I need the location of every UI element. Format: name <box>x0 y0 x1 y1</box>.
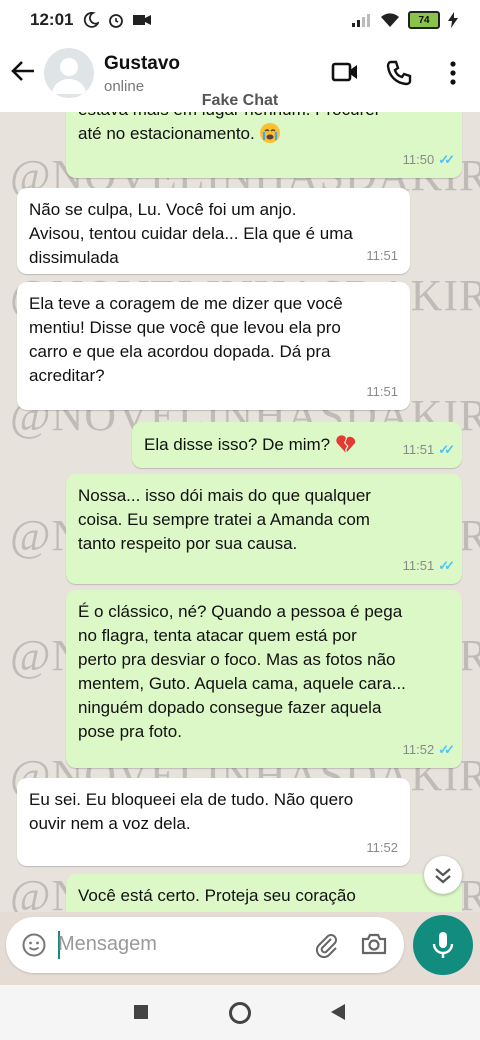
broken-heart-emoji <box>336 435 355 453</box>
message-line: mentiu! Disse que você que levou ela pro <box>29 318 341 337</box>
message-time: 11:51 <box>366 248 398 263</box>
message-line: É o clássico, né? Quando a pessoa é pega <box>78 602 403 621</box>
chat-area[interactable]: @NOVELINHASDAKIRA @NOVELINHASDAKIRA @NOV… <box>0 112 480 912</box>
message-line: tanto respeito por sua causa. <box>78 534 298 553</box>
message-input-bar: Mensagem <box>6 917 404 973</box>
message-line: Eu sei. Eu bloqueei ela de tudo. Não que… <box>29 790 354 809</box>
message-line: perto pra desviar o foco. Mas as fotos n… <box>78 650 396 669</box>
system-nav-bar <box>0 985 480 1040</box>
mic-button[interactable] <box>413 915 473 975</box>
message-meta: 11:51 <box>366 244 398 268</box>
charging-icon <box>448 12 458 28</box>
message-meta: 11:51 ✓✓ <box>402 554 455 578</box>
message-bubble-outgoing[interactable]: Você está certo. Proteja seu coração <box>66 874 462 912</box>
home-icon[interactable] <box>228 1001 252 1025</box>
message-line: mentem, Guto. Aquela cama, aquele cara..… <box>78 674 406 693</box>
message-line: Avisou, tentou cuidar dela... Ela que é … <box>29 224 353 243</box>
mic-icon <box>432 932 454 958</box>
scroll-to-bottom-button[interactable] <box>424 856 462 894</box>
message-bubble-incoming[interactable]: Eu sei. Eu bloqueei ela de tudo. Não que… <box>17 778 410 866</box>
battery-icon: 74 <box>408 11 440 29</box>
message-bubble-outgoing[interactable]: Nossa... isso dói mais do que qualquer c… <box>66 474 462 584</box>
read-receipt-icon: ✓✓ <box>438 742 455 757</box>
message-line: carro e que ela acordou dopada. Dá pra <box>29 342 331 361</box>
wifi-icon <box>381 13 399 27</box>
message-line: dissimulada <box>29 248 119 267</box>
message-input[interactable]: Mensagem <box>58 933 157 956</box>
message-line: estava mais em lugar nenhum. Procurei <box>78 112 450 122</box>
avatar[interactable] <box>44 48 94 98</box>
message-line: acreditar? <box>29 366 105 385</box>
recents-icon[interactable] <box>133 1004 149 1020</box>
message-meta: 11:50 ✓✓ <box>402 148 455 172</box>
crying-emoji <box>260 123 281 143</box>
read-receipt-icon: ✓✓ <box>438 442 455 457</box>
message-time: 11:50 <box>402 152 435 167</box>
voice-call-icon[interactable] <box>386 60 412 86</box>
read-receipt-icon: ✓✓ <box>438 152 455 167</box>
default-avatar-icon <box>52 58 86 94</box>
moon-icon <box>84 12 100 28</box>
message-line: no flagra, tenta atacar quem está por <box>78 626 357 645</box>
message-time: 11:52 <box>366 840 398 855</box>
video-record-icon <box>133 15 152 25</box>
more-options-icon[interactable] <box>446 60 460 86</box>
back-arrow-icon[interactable] <box>10 58 36 84</box>
message-time: 11:52 <box>402 742 435 757</box>
attach-icon[interactable] <box>314 932 340 958</box>
message-line: Você está certo. Proteja seu coração <box>78 886 356 905</box>
double-chevron-down-icon <box>435 868 451 884</box>
message-line: ninguém dopado consegue fazer aquela <box>78 698 382 717</box>
status-bar: 12:01 74 <box>0 0 480 40</box>
message-meta: 11:51 ✓✓ <box>402 438 455 462</box>
message-bubble-incoming[interactable]: Não se culpa, Lu. Você foi um anjo. Avis… <box>17 188 410 274</box>
signal-icon <box>352 14 370 27</box>
alarm-icon <box>109 14 124 28</box>
message-time: 11:51 <box>366 384 398 399</box>
message-bubble-outgoing[interactable]: É o clássico, né? Quando a pessoa é pega… <box>66 590 462 768</box>
contact-name[interactable]: Gustavo <box>104 53 180 75</box>
message-meta: 11:51 <box>366 380 398 404</box>
message-time: 11:51 <box>402 558 435 573</box>
message-bubble-outgoing[interactable]: Ela disse isso? De mim? 11:51 ✓✓ <box>132 422 462 468</box>
video-call-icon[interactable] <box>331 60 359 84</box>
emoji-icon[interactable] <box>22 933 46 957</box>
nav-back-icon[interactable] <box>330 1003 346 1021</box>
message-line: coisa. Eu sempre tratei a Amanda com <box>78 510 370 529</box>
message-line: Nossa... isso dói mais do que qualquer <box>78 486 371 505</box>
message-line: Ela teve a coragem de me dizer que você <box>29 294 343 313</box>
camera-icon[interactable] <box>361 932 387 956</box>
message-line: até no estacionamento. <box>78 122 450 146</box>
read-receipt-icon: ✓✓ <box>438 558 455 573</box>
fake-chat-label: Fake Chat <box>201 92 279 109</box>
status-time: 12:01 <box>30 10 74 29</box>
message-line: ouvir nem a voz dela. <box>29 814 191 833</box>
message-line: Não se culpa, Lu. Você foi um anjo. <box>29 200 297 219</box>
message-bubble-incoming[interactable]: Ela teve a coragem de me dizer que você … <box>17 282 410 410</box>
message-meta: 11:52 <box>366 836 398 860</box>
message-bubble-outgoing[interactable]: estava mais em lugar nenhum. Procurei at… <box>66 112 462 178</box>
message-meta: 11:52 ✓✓ <box>402 738 455 762</box>
message-line: pose pra foto. <box>78 722 182 741</box>
message-time: 11:51 <box>402 442 435 457</box>
